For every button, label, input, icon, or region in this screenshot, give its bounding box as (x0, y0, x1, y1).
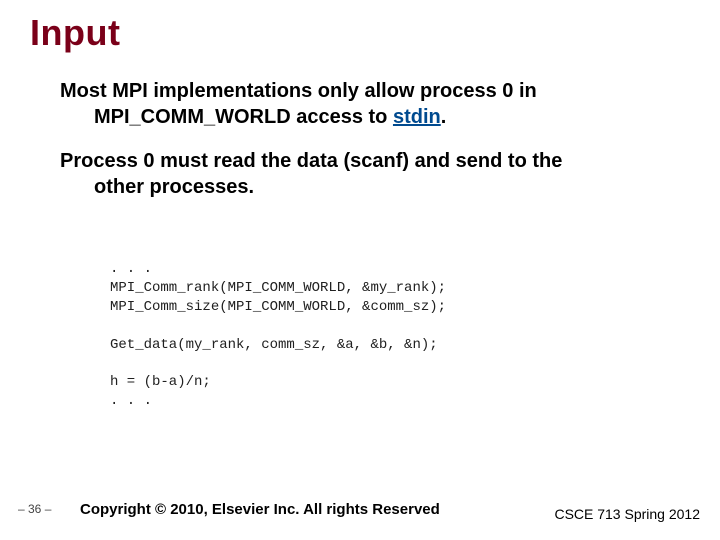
bullet-1-line2-post: . (441, 106, 447, 128)
code-block: . . . MPI_Comm_rank(MPI_COMM_WORLD, &my_… (110, 260, 446, 411)
code-l5: Get_data(my_rank, comm_sz, &a, &b, &n); (110, 337, 438, 353)
slide: Input Most MPI implementations only allo… (0, 0, 720, 540)
footer: – 36 – Copyright © 2010, Elsevier Inc. A… (0, 492, 720, 522)
course-label: CSCE 713 Spring 2012 (554, 506, 700, 522)
bullet-1-line1: Most MPI implementations only allow proc… (60, 80, 537, 102)
bullet-1-line2-pre: MPI_COMM_WORLD access to (94, 106, 393, 128)
code-l7: h = (b-a)/n; (110, 374, 211, 390)
copyright-text: Copyright © 2010, Elsevier Inc. All righ… (80, 501, 440, 518)
code-l2: MPI_Comm_rank(MPI_COMM_WORLD, &my_rank); (110, 280, 446, 296)
bullet-2-line2: other processes. (94, 174, 690, 200)
bullet-2-line1: Process 0 must read the data (scanf) and… (60, 150, 562, 172)
bullet-2: Process 0 must read the data (scanf) and… (60, 148, 690, 200)
code-l8: . . . (110, 393, 152, 409)
stdin-keyword: stdin (393, 106, 441, 128)
bullet-1: Most MPI implementations only allow proc… (60, 78, 690, 130)
slide-title: Input (30, 12, 120, 54)
code-l1: . . . (110, 261, 152, 277)
bullet-1-line2: MPI_COMM_WORLD access to stdin. (94, 104, 690, 130)
slide-body: Most MPI implementations only allow proc… (60, 78, 690, 218)
page-number: – 36 – (18, 502, 51, 516)
code-l3: MPI_Comm_size(MPI_COMM_WORLD, &comm_sz); (110, 299, 446, 315)
